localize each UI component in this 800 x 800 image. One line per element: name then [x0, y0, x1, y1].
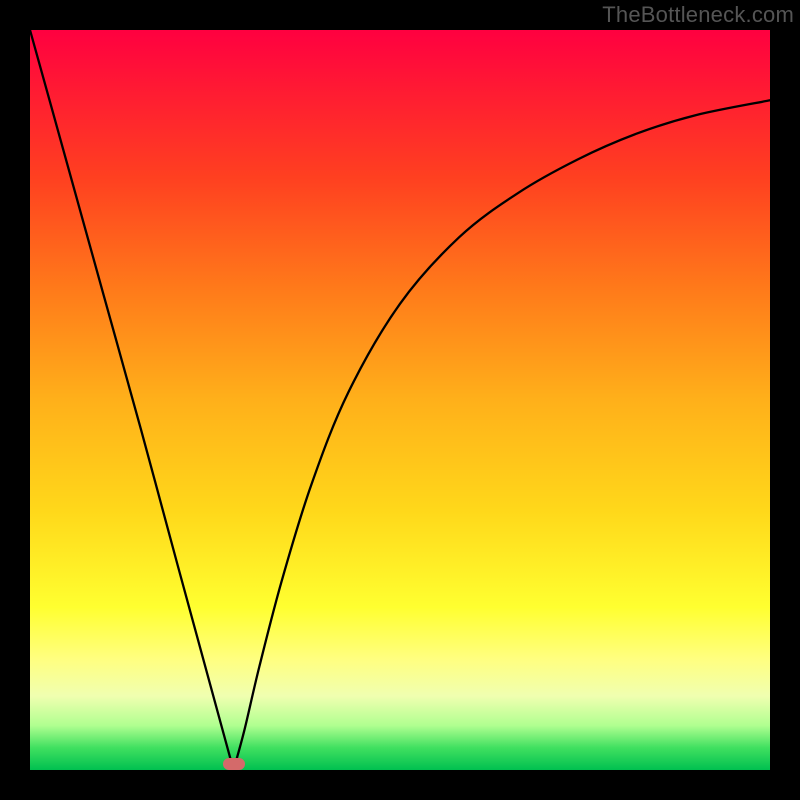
bottleneck-curve [30, 30, 770, 770]
plot-area [30, 30, 770, 770]
chart-frame: TheBottleneck.com [0, 0, 800, 800]
notch-marker [223, 758, 245, 770]
watermark-text: TheBottleneck.com [602, 2, 794, 28]
